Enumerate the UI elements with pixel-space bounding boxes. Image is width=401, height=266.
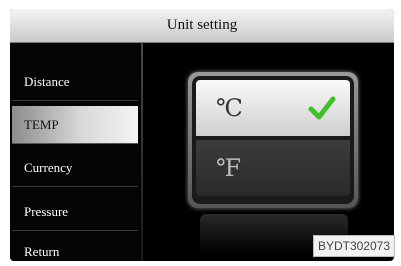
sidebar-divider [141,43,143,261]
sidebar-item-currency[interactable]: Currency [12,149,138,187]
unit-setting-screen: Unit setting Distance TEMP Currency Pres… [10,9,394,261]
celsius-label: ℃ [216,94,243,122]
sidebar-item-temp[interactable]: TEMP [12,106,138,144]
sidebar-menu: Distance TEMP Currency Pressure Return [10,43,140,261]
checkmark-icon [308,96,336,120]
watermark-label: BYDT302073 [312,235,395,257]
page-title: Unit setting [10,9,394,43]
celsius-option[interactable]: ℃ [196,80,350,136]
temperature-unit-panel: ℃ ℉ [192,76,354,204]
sidebar-item-return[interactable]: Return [12,233,138,261]
fahrenheit-option[interactable]: ℉ [196,140,350,196]
sidebar-item-distance[interactable]: Distance [12,63,138,101]
fahrenheit-label: ℉ [216,154,242,182]
sidebar-item-pressure[interactable]: Pressure [12,193,138,231]
